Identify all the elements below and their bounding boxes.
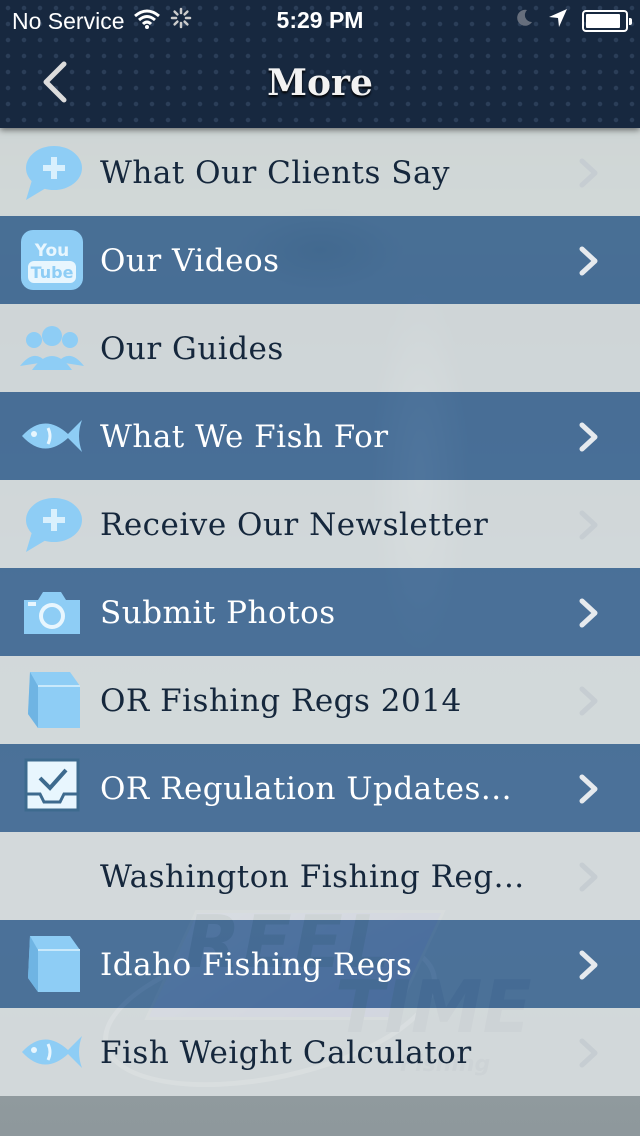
menu-row-label: Washington Fishing Reg... xyxy=(100,859,525,895)
fish-icon xyxy=(20,1022,84,1082)
menu-row[interactable]: Idaho Fishing Regs xyxy=(0,920,640,1008)
chevron-right-icon xyxy=(578,950,600,980)
menu-row[interactable]: What Our Clients Say xyxy=(0,128,640,216)
moon-icon xyxy=(514,7,534,34)
menu-row-label: What We Fish For xyxy=(100,419,389,455)
book-icon xyxy=(20,934,84,994)
chevron-right-icon xyxy=(578,1038,600,1068)
svg-text:Tube: Tube xyxy=(31,263,74,282)
menu-row[interactable]: What We Fish For xyxy=(0,392,640,480)
fish-icon xyxy=(20,406,84,466)
inbox-check-icon xyxy=(20,758,84,818)
menu-row-label: Fish Weight Calculator xyxy=(100,1035,472,1071)
menu-row-label: Submit Photos xyxy=(100,595,336,631)
svg-text:You: You xyxy=(34,241,70,261)
menu-row-label: Our Videos xyxy=(100,243,280,279)
book-icon xyxy=(20,670,84,730)
page-title: More xyxy=(267,62,373,104)
menu-row[interactable]: Fish Weight Calculator xyxy=(0,1008,640,1096)
menu-row[interactable]: Receive Our Newsletter xyxy=(0,480,640,568)
speech-bubble-plus-icon xyxy=(20,142,84,202)
menu-row-label: Receive Our Newsletter xyxy=(100,507,489,543)
menu-row[interactable]: OR Fishing Regs 2014 xyxy=(0,656,640,744)
youtube-icon: You Tube xyxy=(20,230,84,290)
menu-row[interactable]: Our Guides xyxy=(0,304,640,392)
chevron-right-icon xyxy=(578,510,600,540)
menu-row-label: OR Fishing Regs 2014 xyxy=(100,683,462,719)
menu-row-label: Idaho Fishing Regs xyxy=(100,947,413,983)
speech-bubble-plus-icon xyxy=(20,494,84,554)
chevron-right-icon xyxy=(578,158,600,188)
camera-icon xyxy=(20,582,84,642)
menu-row-label: Our Guides xyxy=(100,331,284,367)
status-bar: No Service 5:29 PM xyxy=(0,0,640,40)
chevron-right-icon xyxy=(578,774,600,804)
menu-row-label: OR Regulation Updates... xyxy=(100,771,512,807)
top-bar: No Service 5:29 PM More xyxy=(0,0,640,128)
menu-row[interactable]: Submit Photos xyxy=(0,568,640,656)
chevron-right-icon xyxy=(578,598,600,628)
chevron-right-icon xyxy=(578,422,600,452)
menu-row[interactable]: You Tube Our Videos xyxy=(0,216,640,304)
menu-row-icon-placeholder xyxy=(20,846,84,906)
chevron-right-icon xyxy=(578,686,600,716)
chevron-right-icon xyxy=(578,862,600,892)
menu-row-label: What Our Clients Say xyxy=(100,155,450,191)
chevron-right-icon xyxy=(578,246,600,276)
menu-row[interactable]: Washington Fishing Reg... xyxy=(0,832,640,920)
location-arrow-icon xyxy=(548,7,568,34)
menu-list: What Our Clients Say You Tube Our Videos Our… xyxy=(0,128,640,1096)
menu-row[interactable]: OR Regulation Updates... xyxy=(0,744,640,832)
battery-icon xyxy=(582,9,632,32)
people-group-icon xyxy=(20,318,84,378)
